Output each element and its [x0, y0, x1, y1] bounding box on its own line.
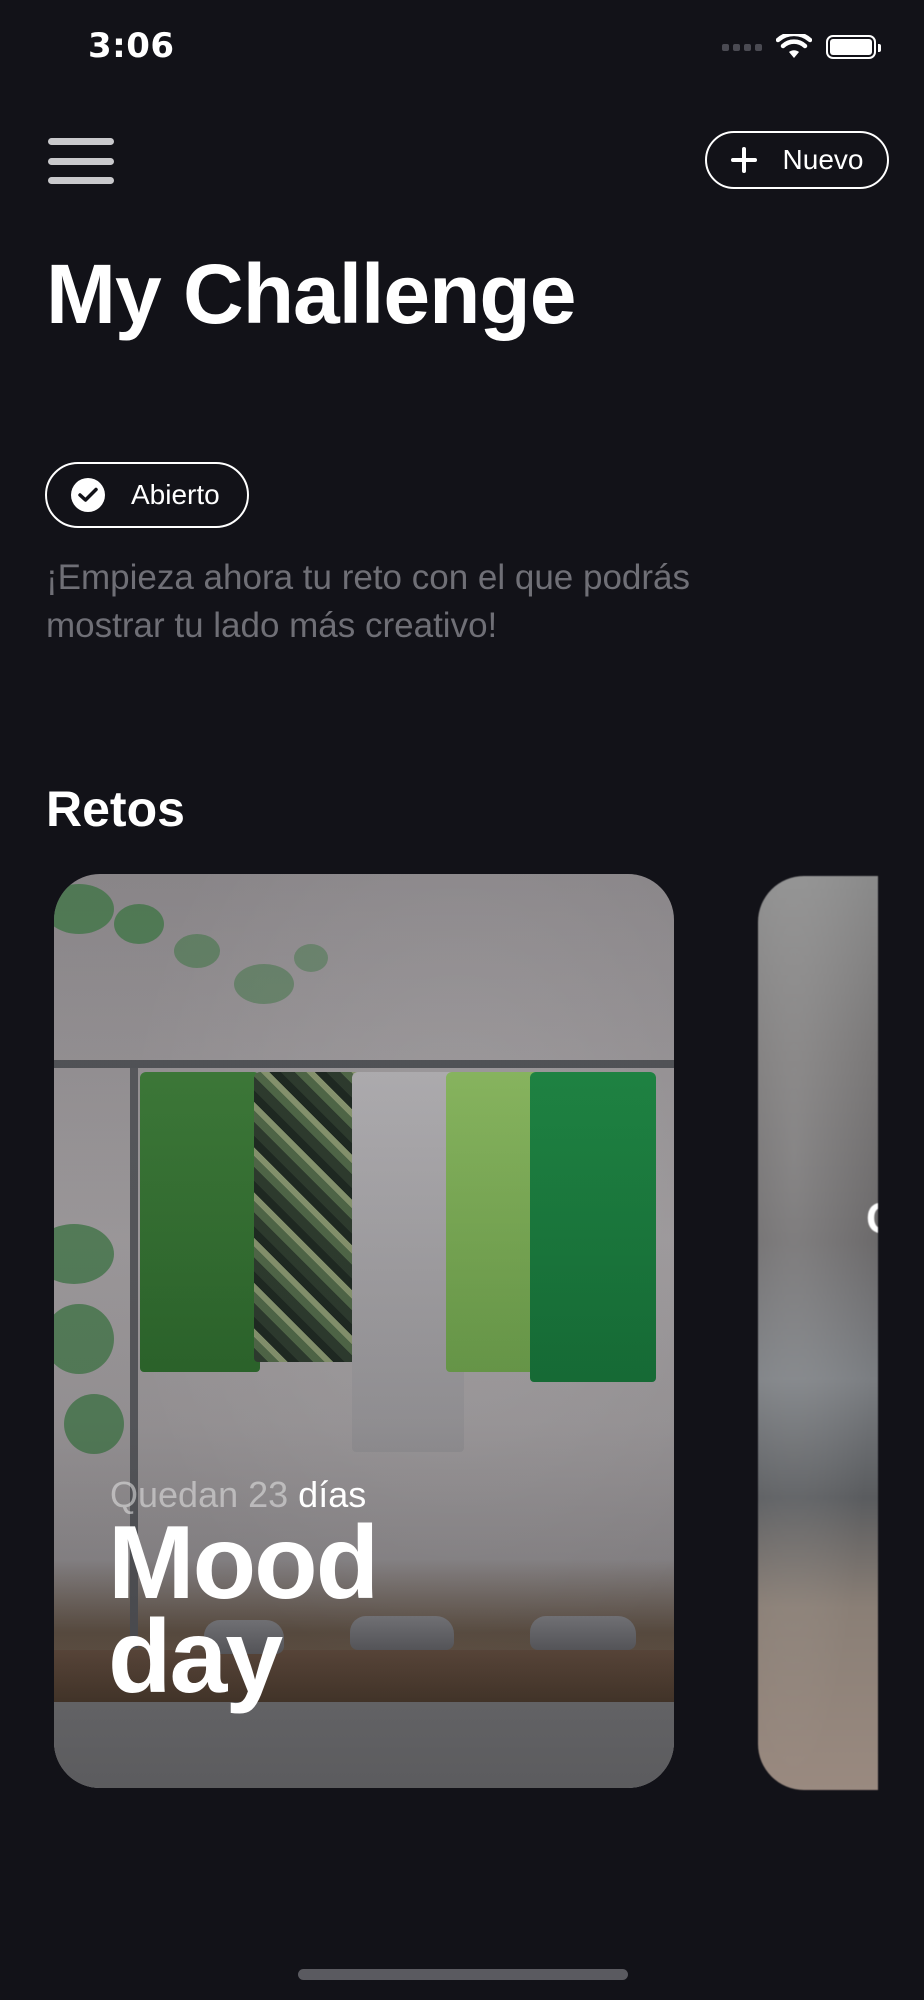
signal-icon [722, 43, 762, 51]
check-circle-icon [71, 478, 105, 512]
challenge-card-next-title: C [866, 1194, 878, 1244]
new-challenge-button[interactable]: Nuevo [705, 131, 889, 189]
wifi-icon [776, 34, 812, 58]
home-indicator[interactable] [298, 1969, 628, 1980]
status-icons [722, 34, 881, 60]
plus-icon [730, 147, 757, 173]
card-image-blur [758, 876, 878, 1790]
challenge-card-next[interactable]: C [758, 876, 878, 1790]
section-title: Retos [46, 781, 185, 837]
intro-text: ¡Empieza ahora tu reto con el que podrás… [46, 558, 690, 645]
challenge-card[interactable]: Quedan 23 días Mood day [54, 874, 674, 1788]
status-badge[interactable]: Abierto [45, 462, 249, 528]
page-title: My Challenge [46, 247, 576, 341]
challenge-card-title: Mood day [108, 1505, 379, 1715]
new-button-label: Nuevo [782, 144, 864, 175]
status-badge-label: Abierto [131, 479, 220, 510]
hamburger-menu-icon[interactable] [48, 138, 114, 184]
battery-icon [826, 35, 881, 59]
status-time: 3:06 [88, 26, 175, 66]
